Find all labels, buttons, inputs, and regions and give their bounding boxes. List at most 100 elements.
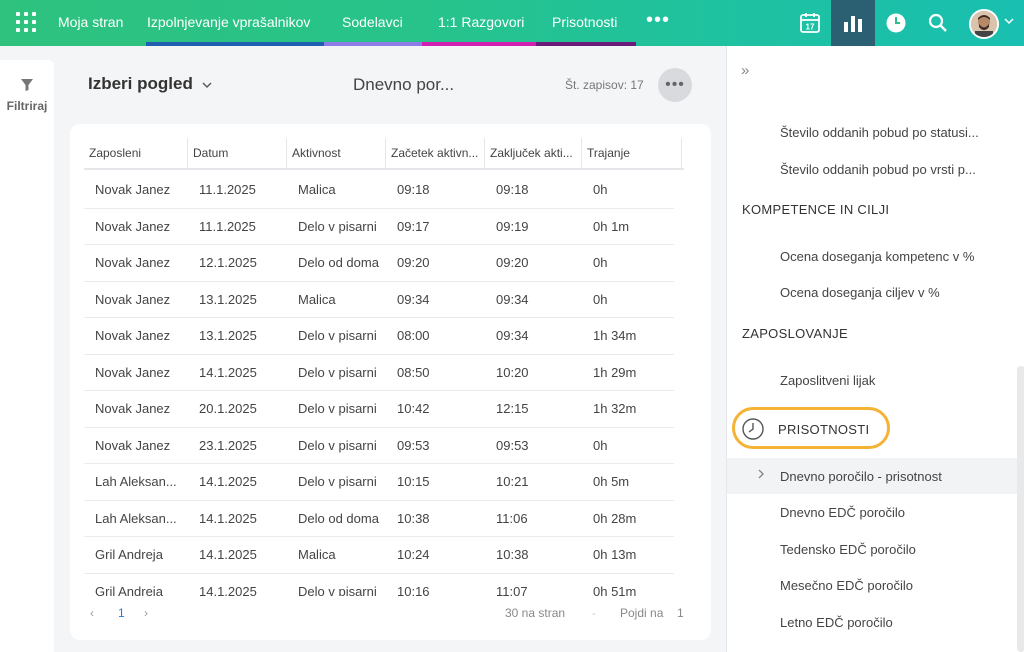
table-row[interactable]: Gril Andreja 14.1.2025 Malica 10:24 10:38 0h … (84, 537, 674, 574)
report-item-mesecno-edc[interactable]: Mesečno EDČ poročilo (780, 578, 913, 593)
chevron-down-icon (202, 78, 212, 92)
table-row[interactable]: Novak Janez 11.1.2025 Malica 09:18 09:18 0h (84, 172, 674, 209)
report-item-tedensko-edc[interactable]: Tedensko EDČ poročilo (780, 542, 916, 557)
nav-underline-vprasalniki (146, 42, 324, 46)
cell-employee: Novak Janez (84, 282, 188, 318)
nav-item-vprasalniki[interactable]: Izpolnjevanje vprašalnikov (147, 0, 310, 46)
cell-date: 12.1.2025 (188, 245, 287, 282)
filter-icon (21, 79, 33, 91)
table-row[interactable]: Novak Janez 12.1.2025 Delo od doma 09:20 09:… (84, 245, 674, 282)
view-select-dropdown[interactable]: Izberi pogled (88, 74, 212, 94)
goto-page-input[interactable]: 1 (677, 606, 684, 620)
report-item-dnevno-porocilo-prisotnost[interactable]: Dnevno poročilo - prisotnost (780, 469, 942, 484)
cell-end: 09:34 (485, 318, 582, 355)
records-count: Št. zapisov: 17 (565, 78, 644, 92)
cell-start: 09:53 (386, 428, 485, 464)
section-zaposlovanje[interactable]: ZAPOSLOVANJE (742, 326, 848, 341)
cell-start: 09:34 (386, 282, 485, 318)
table-row[interactable]: Novak Janez 13.1.2025 Malica 09:34 09:34 0h (84, 282, 674, 318)
chevron-right-icon (757, 468, 765, 482)
table-row[interactable]: Novak Janez 11.1.2025 Delo v pisarni 09:17 0… (84, 209, 674, 245)
nav-item-razgovori[interactable]: 1:1 Razgovori (438, 0, 524, 46)
prev-page-button[interactable]: ‹ (90, 606, 94, 620)
clock-outline-icon (741, 417, 765, 446)
report-item-dnevno-edc[interactable]: Dnevno EDČ poročilo (780, 505, 905, 520)
report-item-letno-edc[interactable]: Letno EDČ poročilo (780, 615, 893, 630)
nav-underline-prisotnosti (536, 42, 636, 46)
column-header-zacetek[interactable]: Začetek aktivn... (386, 138, 485, 170)
report-item-pobude-status[interactable]: Število oddanih pobud po statusi... (780, 125, 979, 140)
cell-activity: Delo od doma (287, 245, 386, 282)
table-row[interactable]: Gril Andreja 14.1.2025 Delo v pisarni 10:16… (84, 574, 674, 597)
cell-duration: 0h (582, 282, 674, 318)
column-header-zaposleni[interactable]: Zaposleni (84, 138, 188, 170)
cell-duration: 1h 29m (582, 355, 674, 391)
cell-duration: 0h 5m (582, 464, 674, 501)
table-row[interactable]: Lah Aleksan... 14.1.2025 Delo od doma 10:38… (84, 501, 674, 537)
table-row[interactable]: Novak Janez 13.1.2025 Delo v pisarni 08:00 0… (84, 318, 674, 355)
nav-item-prisotnosti[interactable]: Prisotnosti (552, 0, 617, 46)
nav-more-button[interactable]: ••• (646, 0, 670, 46)
table-row[interactable]: Novak Janez 14.1.2025 Delo v pisarni 08:50 1… (84, 355, 674, 391)
cell-employee: Gril Andreja (84, 574, 188, 597)
cell-activity: Delo v pisarni (287, 209, 386, 245)
user-menu-chevron-icon[interactable] (1004, 17, 1014, 28)
calendar-icon[interactable]: 17 (788, 0, 832, 46)
table-row[interactable]: Novak Janez 23.1.2025 Delo v pisarni 09:53 0… (84, 428, 674, 464)
column-header-trajanje[interactable]: Trajanje (582, 138, 682, 170)
cell-start: 10:16 (386, 574, 485, 597)
cell-end: 12:15 (485, 391, 582, 428)
report-item-ocena-ciljev[interactable]: Ocena doseganja ciljev v % (780, 285, 940, 300)
cell-end: 09:34 (485, 282, 582, 318)
report-item-ocena-kompetenc[interactable]: Ocena doseganja kompetenc v % (780, 249, 974, 264)
cell-duration: 0h (582, 172, 674, 209)
current-page[interactable]: 1 (118, 606, 125, 620)
cell-duration: 0h (582, 245, 674, 282)
nav-item-sodelavci[interactable]: Sodelavci (342, 0, 403, 46)
app-grid-icon[interactable] (16, 12, 38, 34)
collapse-panel-button[interactable]: » (741, 62, 749, 79)
cell-duration: 0h 28m (582, 501, 674, 537)
report-title: Dnevno por... (353, 75, 455, 94)
column-header-aktivnost[interactable]: Aktivnost (287, 138, 386, 170)
table-header: Zaposleni Datum Aktivnost Začetek aktivn… (84, 138, 684, 170)
cell-end: 09:19 (485, 209, 582, 245)
filter-label: Filtriraj (6, 99, 48, 113)
next-page-button[interactable]: › (144, 606, 148, 620)
user-avatar[interactable] (969, 9, 999, 39)
cell-employee: Novak Janez (84, 172, 188, 209)
report-table-card: Zaposleni Datum Aktivnost Začetek aktivn… (70, 124, 711, 640)
cell-end: 10:38 (485, 537, 582, 574)
column-header-datum[interactable]: Datum (188, 138, 287, 170)
report-item-zaposlitveni-lijak[interactable]: Zaposlitveni lijak (780, 373, 875, 388)
cell-activity: Malica (287, 537, 386, 574)
cell-employee: Novak Janez (84, 428, 188, 464)
per-page-select[interactable]: 30 na stran (505, 606, 565, 620)
column-header-zakljucek[interactable]: Zaključek akti... (485, 138, 582, 170)
more-options-button[interactable]: ••• (658, 68, 692, 102)
table-row[interactable]: Lah Aleksan... 14.1.2025 Delo v pisarni 10:… (84, 464, 674, 501)
table-row[interactable]: Novak Janez 20.1.2025 Delo v pisarni 10:42 1… (84, 391, 674, 428)
cell-duration: 1h 32m (582, 391, 674, 428)
data-grid: Zaposleni Datum Aktivnost Začetek aktivn… (84, 138, 684, 596)
section-prisotnosti[interactable]: PRISOTNOSTI (778, 422, 869, 437)
cell-date: 11.1.2025 (188, 172, 287, 209)
nav-underline-moja-stran (46, 42, 146, 46)
cell-employee: Novak Janez (84, 355, 188, 391)
pagination: ‹ 1 › 30 na stran - Pojdi na 1 (70, 600, 711, 626)
nav-item-moja-stran[interactable]: Moja stran (58, 0, 123, 46)
filter-rail: Filtriraj (0, 60, 54, 652)
panel-scrollbar[interactable] (1017, 366, 1024, 652)
cell-activity: Delo od doma (287, 501, 386, 537)
cell-date: 14.1.2025 (188, 537, 287, 574)
cell-date: 13.1.2025 (188, 318, 287, 355)
cell-employee: Novak Janez (84, 245, 188, 282)
section-kompetence[interactable]: KOMPETENCE IN CILJI (742, 202, 889, 217)
report-item-pobude-vrsta[interactable]: Število oddanih pobud po vrsti p... (780, 162, 976, 177)
cell-start: 09:17 (386, 209, 485, 245)
search-icon[interactable] (916, 0, 960, 46)
clock-icon[interactable] (874, 0, 918, 46)
filter-button[interactable]: Filtriraj (0, 78, 54, 113)
reports-chart-icon[interactable] (831, 0, 875, 46)
cell-duration: 1h 34m (582, 318, 674, 355)
